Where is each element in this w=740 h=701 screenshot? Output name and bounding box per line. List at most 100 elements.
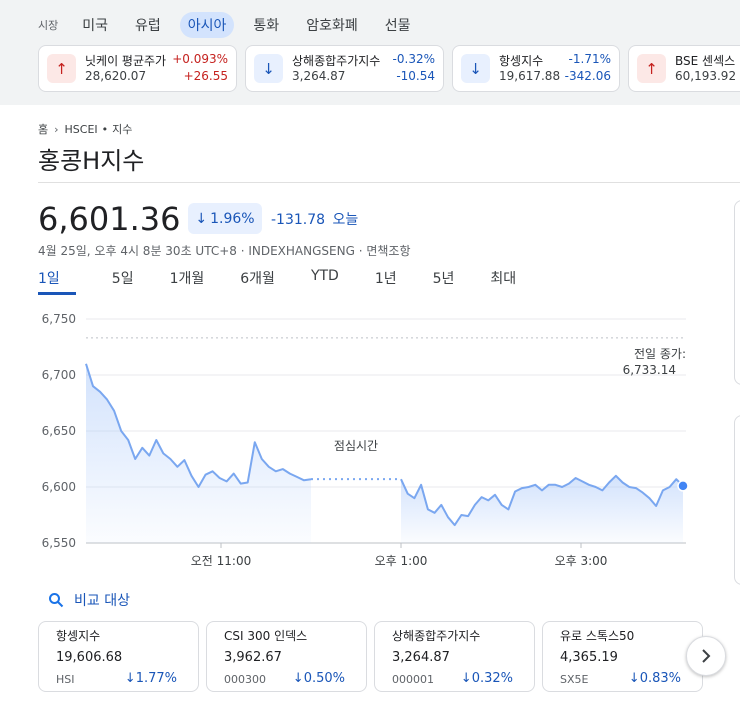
x-tick-label: 오전 11:00 <box>191 554 251 568</box>
arrow-up-icon: ↑ <box>47 54 76 83</box>
current-price-dot <box>677 480 689 492</box>
compare-card-pct: ↓0.50% <box>293 671 345 686</box>
arrow-down-icon: ↓ <box>292 671 304 686</box>
range-1m[interactable]: 1개월 <box>170 268 205 295</box>
compare-card-ticker: SX5E <box>560 673 589 686</box>
tab-europe[interactable]: 유럽 <box>127 12 169 38</box>
range-1y[interactable]: 1년 <box>375 268 397 295</box>
market-card-nikkei[interactable]: ↑ 닛케이 평균주가 28,620.07 +0.093% +26.55 <box>38 45 237 92</box>
compare-card-price: 19,606.68 <box>56 650 123 665</box>
arrow-up-icon: ↑ <box>637 54 666 83</box>
compare-card-csi300[interactable]: CSI 300 인덱스 3,962.67 000300 ↓0.50% <box>206 621 367 692</box>
compare-card-name: 상해종합주가지수 <box>392 629 481 643</box>
range-ytd[interactable]: YTD <box>311 268 339 295</box>
tab-asia[interactable]: 아시아 <box>179 12 235 38</box>
arrow-down-icon: ↓ <box>254 54 283 83</box>
compare-card-pct: ↓0.83% <box>629 671 681 686</box>
market-card-change: -342.06 <box>564 69 611 83</box>
market-card-name: 닛케이 평균주가 <box>85 54 167 68</box>
market-strip: 시장 미국 유럽 아시아 통화 암호화폐 선물 ↑ 닛케이 평균주가 28,62… <box>0 0 740 105</box>
previous-close-value: 6,733.14 <box>623 363 676 377</box>
pct-change-badge: ↓ 1.96% <box>188 203 262 234</box>
y-tick-label: 6,700 <box>42 368 76 382</box>
market-card-name: 항셍지수 <box>499 54 544 68</box>
x-tick-label: 오후 3:00 <box>555 554 608 568</box>
compare-card-name: 유로 스톡스50 <box>560 629 635 643</box>
market-tabs: 시장 미국 유럽 아시아 통화 암호화폐 선물 <box>38 12 429 38</box>
market-card-price: 28,620.07 <box>85 69 147 83</box>
divider <box>38 182 740 183</box>
current-price: 6,601.36 <box>38 200 181 238</box>
y-tick-label: 6,650 <box>42 424 76 438</box>
quote-meta: 4월 25일, 오후 4시 8분 30초 UTC+8 · INDEXHANGSE… <box>38 244 411 258</box>
morning-session-area <box>86 363 311 543</box>
market-card-change: +26.55 <box>183 69 228 83</box>
compare-label: 비교 대상 <box>74 593 130 609</box>
breadcrumb-ticker: HSCEI <box>64 122 98 136</box>
next-button[interactable] <box>686 636 726 676</box>
compare-card-sx5e[interactable]: 유로 스톡스50 4,365.19 SX5E ↓0.83% <box>542 621 703 692</box>
breadcrumb-home[interactable]: 홈 <box>38 121 48 137</box>
compare-button[interactable]: 비교 대상 <box>48 590 130 610</box>
change-value: -131.78 <box>271 212 326 228</box>
range-6m[interactable]: 6개월 <box>240 268 275 295</box>
market-card-pct: -0.32% <box>392 52 435 66</box>
chevron-right-icon <box>702 649 711 663</box>
search-icon <box>49 593 64 608</box>
compare-card-hsi[interactable]: 항셍지수 19,606.68 HSI ↓1.77% <box>38 621 199 692</box>
absolute-change: -131.78 오늘 <box>271 209 358 229</box>
compare-card-pct: ↓0.32% <box>461 671 513 686</box>
breadcrumb-type: 지수 <box>112 123 133 136</box>
tab-crypto[interactable]: 암호화폐 <box>298 12 366 38</box>
pct-change-value: 1.96% <box>210 210 255 227</box>
compare-card-name: CSI 300 인덱스 <box>224 629 308 643</box>
y-tick-label: 6,600 <box>42 480 76 494</box>
side-panel-edge <box>734 200 740 385</box>
compare-card-price: 4,365.19 <box>560 650 618 665</box>
tab-us[interactable]: 미국 <box>74 12 116 38</box>
market-card-name: BSE 센섹스 <box>675 54 736 68</box>
range-max[interactable]: 최대 <box>490 268 516 295</box>
compare-card-shanghai[interactable]: 상해종합주가지수 3,264.87 000001 ↓0.32% <box>374 621 535 692</box>
market-card-shanghai[interactable]: ↓ 상해종합주가지수 3,264.87 -0.32% -10.54 <box>245 45 444 92</box>
compare-card-ticker: 000001 <box>392 673 434 686</box>
compare-card-pct: ↓1.77% <box>125 671 177 686</box>
market-card-price: 19,617.88 <box>499 69 561 83</box>
compare-card-ticker: HSI <box>56 673 75 686</box>
arrow-down-icon: ↓ <box>195 210 208 227</box>
range-1d[interactable]: 1일 <box>38 268 76 295</box>
change-period: 오늘 <box>332 212 359 228</box>
market-card-price: 60,193.92 <box>675 69 737 83</box>
compare-card-price: 3,962.67 <box>224 650 282 665</box>
range-label: 1일 <box>38 271 60 287</box>
previous-close-label: 전일 종가: <box>634 347 686 361</box>
arrow-down-icon: ↓ <box>124 671 136 686</box>
tab-futures[interactable]: 선물 <box>377 12 419 38</box>
side-panel-edge <box>734 415 740 585</box>
market-label: 시장 <box>38 19 59 32</box>
pct-value: 0.83% <box>639 671 681 686</box>
range-tabs: 1일 5일 1개월 6개월 YTD 1년 5년 최대 <box>38 268 552 295</box>
range-5d[interactable]: 5일 <box>112 268 134 295</box>
compare-card-name: 항셍지수 <box>56 629 101 643</box>
y-tick-label: 6,550 <box>42 536 76 550</box>
tab-currencies[interactable]: 통화 <box>245 12 287 38</box>
price-chart[interactable]: 6,750 6,700 6,650 6,600 6,550 오전 11:00 오후 1:00… <box>0 300 740 580</box>
arrow-down-icon: ↓ <box>461 54 490 83</box>
market-card-pct: -1.71% <box>568 52 611 66</box>
market-card-bse[interactable]: ↑ BSE 센섹스 60,193.92 <box>628 45 740 92</box>
breadcrumb-dot: • <box>101 122 109 136</box>
market-card-price: 3,264.87 <box>292 69 346 83</box>
pct-value: 0.50% <box>303 671 345 686</box>
chevron-right-icon: › <box>54 122 59 136</box>
range-5y[interactable]: 5년 <box>433 268 455 295</box>
arrow-down-icon: ↓ <box>628 671 640 686</box>
compare-card-ticker: 000300 <box>224 673 266 686</box>
market-card-pct: +0.093% <box>172 52 228 66</box>
pct-value: 0.32% <box>471 671 513 686</box>
y-tick-label: 6,750 <box>42 312 76 326</box>
market-card-hangseng[interactable]: ↓ 항셍지수 19,617.88 -1.71% -342.06 <box>452 45 620 92</box>
page-title: 홍콩H지수 <box>38 147 145 175</box>
breadcrumb: 홈 › HSCEI • 지수 <box>38 121 132 137</box>
arrow-down-icon: ↓ <box>460 671 472 686</box>
